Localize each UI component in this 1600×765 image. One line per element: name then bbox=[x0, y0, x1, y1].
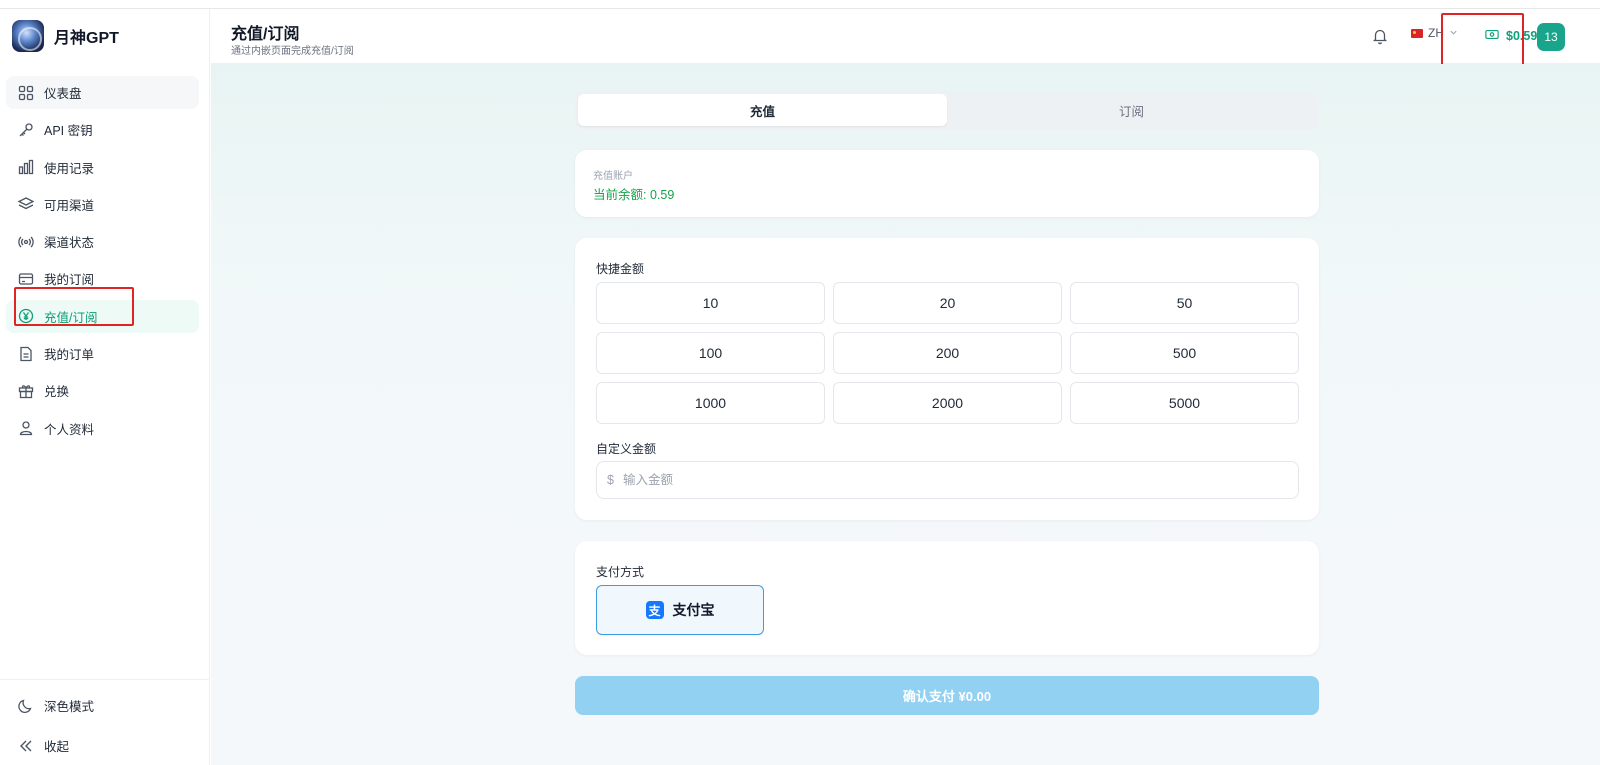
sidebar: 月神GPT 仪表盘 API 密钥 使用记录 可用渠道 渠道状态 我的订阅 充值/… bbox=[0, 9, 210, 765]
amount-option-button[interactable]: 1000 bbox=[596, 382, 825, 424]
balance-amount: $0.59 bbox=[1506, 29, 1538, 43]
sidebar-nav: 仪表盘 API 密钥 使用记录 可用渠道 渠道状态 我的订阅 充值/订阅 我的订… bbox=[6, 76, 199, 449]
recharge-tabs: 充值 订阅 bbox=[575, 91, 1319, 129]
sidebar-item-label: 充值/订阅 bbox=[44, 310, 98, 325]
account-card: 充值账户 当前余额: 0.59 bbox=[575, 150, 1319, 217]
sidebar-item-label: 兑换 bbox=[44, 385, 70, 400]
yen-coin-icon bbox=[18, 308, 34, 324]
chevron-down-icon bbox=[1449, 26, 1458, 40]
brand[interactable]: 月神GPT bbox=[12, 20, 119, 52]
amount-option-button[interactable]: 500 bbox=[1070, 332, 1299, 374]
sidebar-item-label: 仪表盘 bbox=[44, 87, 82, 101]
custom-amount-input[interactable] bbox=[622, 473, 1223, 487]
quick-amount-grid: 10 20 50 100 200 500 1000 2000 5000 bbox=[596, 282, 1299, 424]
sidebar-bottom: 深色模式 收起 bbox=[6, 689, 199, 765]
amount-option-button[interactable]: 2000 bbox=[833, 382, 1062, 424]
moon-icon bbox=[18, 698, 34, 714]
amount-option-button[interactable]: 100 bbox=[596, 332, 825, 374]
account-label: 充值账户 bbox=[593, 171, 633, 182]
document-icon bbox=[18, 346, 34, 362]
sidebar-item-label: 个人资料 bbox=[44, 422, 95, 437]
page-subtitle: 通过内嵌页面完成充值/订阅 bbox=[231, 46, 354, 57]
tab-subscribe[interactable]: 订阅 bbox=[947, 94, 1316, 126]
sidebar-item-recharge[interactable]: 充值/订阅 bbox=[6, 299, 199, 333]
amount-option-button[interactable]: 50 bbox=[1070, 282, 1299, 324]
sidebar-item-usage[interactable]: 使用记录 bbox=[6, 151, 199, 184]
sidebar-item-label: 收起 bbox=[44, 740, 70, 754]
sidebar-item-label: 深色模式 bbox=[44, 700, 95, 714]
top-strip bbox=[0, 0, 1600, 9]
sidebar-divider bbox=[0, 679, 210, 680]
bell-icon[interactable] bbox=[1371, 27, 1389, 45]
amount-option-button[interactable]: 5000 bbox=[1070, 382, 1299, 424]
page-title: 充值/订阅 bbox=[231, 26, 300, 43]
sidebar-item-api-keys[interactable]: API 密钥 bbox=[6, 113, 199, 146]
sidebar-item-subscriptions[interactable]: 我的订阅 bbox=[6, 262, 199, 295]
broadcast-icon bbox=[18, 234, 34, 250]
gift-icon bbox=[18, 383, 34, 399]
amount-option-button[interactable]: 20 bbox=[833, 282, 1062, 324]
brand-name: 月神GPT bbox=[54, 30, 119, 47]
custom-amount-label: 自定义金额 bbox=[596, 442, 657, 456]
language-label: ZH bbox=[1428, 26, 1444, 40]
payment-method-label: 支付方式 bbox=[596, 565, 645, 579]
collapse-sidebar-button[interactable]: 收起 bbox=[6, 729, 199, 762]
dollar-sign: $ bbox=[607, 473, 614, 487]
tab-recharge[interactable]: 充值 bbox=[578, 94, 947, 126]
sidebar-item-orders[interactable]: 我的订单 bbox=[6, 337, 199, 370]
collapse-icon bbox=[18, 738, 34, 754]
sidebar-item-channels[interactable]: 可用渠道 bbox=[6, 188, 199, 221]
language-selector[interactable]: ZH bbox=[1411, 26, 1458, 40]
sidebar-item-channel-status[interactable]: 渠道状态 bbox=[6, 225, 199, 258]
sidebar-item-label: 可用渠道 bbox=[44, 198, 95, 213]
payment-method-name: 支付宝 bbox=[672, 602, 715, 618]
alipay-icon: 支 bbox=[645, 601, 664, 619]
amount-option-button[interactable]: 10 bbox=[596, 282, 825, 324]
bar-chart-icon bbox=[18, 159, 34, 175]
china-flag-icon bbox=[1411, 28, 1423, 38]
sidebar-item-redeem[interactable]: 兑换 bbox=[6, 374, 199, 407]
sidebar-item-label: 我的订阅 bbox=[44, 273, 95, 288]
custom-amount-field[interactable]: $ bbox=[596, 461, 1299, 499]
moon-logo-icon bbox=[12, 20, 44, 52]
sidebar-item-label: 使用记录 bbox=[44, 161, 95, 176]
top-header: 充值/订阅 通过内嵌页面完成充值/订阅 ZH $0.59 13 bbox=[211, 9, 1600, 64]
avatar[interactable]: 13 bbox=[1537, 23, 1565, 51]
dashboard-icon bbox=[18, 85, 34, 101]
sidebar-item-dashboard[interactable]: 仪表盘 bbox=[6, 76, 199, 109]
confirm-payment-button[interactable]: 确认支付 ¥0.00 bbox=[575, 676, 1319, 715]
payment-card: 支付方式 支 支付宝 bbox=[575, 541, 1319, 655]
sidebar-item-label: API 密钥 bbox=[44, 124, 93, 139]
sidebar-item-profile[interactable]: 个人资料 bbox=[6, 412, 199, 445]
key-icon bbox=[18, 122, 34, 138]
amount-card: 快捷金额 10 20 50 100 200 500 1000 2000 5000… bbox=[575, 238, 1319, 520]
sidebar-item-label: 渠道状态 bbox=[44, 236, 95, 251]
dark-mode-toggle[interactable]: 深色模式 bbox=[6, 689, 199, 722]
alipay-option[interactable]: 支 支付宝 bbox=[596, 585, 764, 635]
layers-icon bbox=[18, 196, 34, 212]
user-icon bbox=[18, 420, 34, 436]
credit-card-icon bbox=[18, 271, 34, 287]
sidebar-item-label: 我的订单 bbox=[44, 348, 95, 363]
current-balance: 当前余额: 0.59 bbox=[593, 188, 675, 202]
cash-icon bbox=[1485, 29, 1499, 43]
amount-option-button[interactable]: 200 bbox=[833, 332, 1062, 374]
quick-amount-label: 快捷金额 bbox=[596, 262, 645, 276]
